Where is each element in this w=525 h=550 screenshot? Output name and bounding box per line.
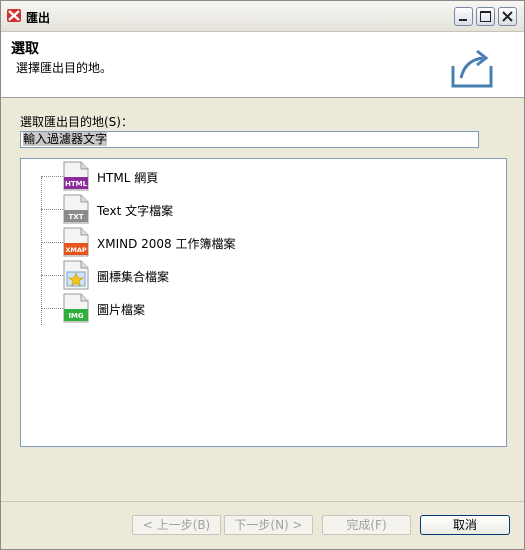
txt-badge: TXT [69, 213, 84, 221]
tree-item-label: Text 文字檔案 [97, 204, 174, 218]
tree-item-label: 圖片檔案 [97, 303, 146, 317]
img-file-icon: IMG [63, 293, 89, 323]
destination-label: 選取匯出目的地(S)： [20, 115, 133, 129]
tree-item-xmind[interactable]: XMAP XMIND 2008 工作簿檔案 [41, 227, 341, 257]
close-button[interactable] [498, 7, 517, 26]
html-badge: HTML [65, 180, 88, 188]
cancel-button[interactable]: 取消 [420, 515, 510, 535]
filter-input[interactable]: 輸入過濾器文字 [20, 131, 479, 148]
footer-divider [1, 501, 524, 502]
tree-item-label: HTML 網頁 [97, 171, 159, 185]
wizard-banner: 選取 選擇匯出目的地。 [1, 32, 524, 98]
page-description: 選擇匯出目的地。 [16, 61, 113, 75]
finish-button[interactable]: 完成(F) [322, 515, 411, 535]
export-destination-tree[interactable]: HTML HTML 網頁 TXT Text 文字檔案 XMAP XMIND 20… [20, 158, 507, 447]
window-title: 匯出 [26, 11, 51, 25]
img-badge: IMG [68, 312, 84, 320]
xmap-badge: XMAP [65, 246, 87, 254]
export-dialog: 匯出 選取 選擇匯出目的地。 選取匯出目的地(S)： 輸入過濾器文字 HTML … [0, 0, 525, 550]
maximize-button[interactable] [476, 7, 495, 26]
marker-file-icon [63, 260, 89, 290]
txt-file-icon: TXT [63, 194, 89, 224]
export-tray-icon [449, 46, 495, 93]
back-button[interactable]: < 上一步(B) [132, 515, 221, 535]
tree-item-label: XMIND 2008 工作簿檔案 [97, 237, 236, 251]
close-icon [502, 11, 513, 22]
tree-item-markers[interactable]: 圖標集合檔案 [41, 260, 341, 290]
filter-text: 輸入過濾器文字 [23, 132, 108, 146]
minimize-button[interactable] [454, 7, 473, 26]
page-title: 選取 [11, 41, 39, 57]
next-button[interactable]: 下一步(N) > [224, 515, 313, 535]
title-bar[interactable]: 匯出 [1, 1, 524, 32]
xmap-file-icon: XMAP [63, 227, 89, 257]
tree-item-label: 圖標集合檔案 [97, 270, 170, 284]
xmind-logo-icon [7, 9, 21, 22]
html-file-icon: HTML [63, 161, 89, 191]
tree-item-image[interactable]: IMG 圖片檔案 [41, 293, 341, 323]
tree-item-text[interactable]: TXT Text 文字檔案 [41, 194, 341, 224]
tree-item-html[interactable]: HTML HTML 網頁 [41, 161, 341, 191]
